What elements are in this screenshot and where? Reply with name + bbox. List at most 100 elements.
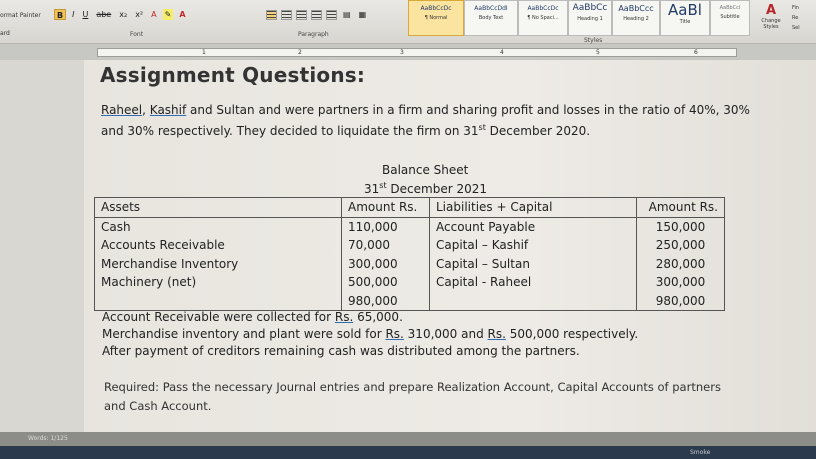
styles-group-label: Styles: [584, 37, 603, 44]
table-cell: 280,000: [636, 254, 725, 273]
table-cell: [429, 291, 637, 311]
styles-gallery: AaBbCcDc ¶ Normal AaBbCcDdI Body Text Aa…: [408, 0, 800, 36]
word-count[interactable]: Words: 1/125: [28, 435, 68, 442]
style-body-text[interactable]: AaBbCcDdI Body Text: [464, 0, 518, 36]
format-painter-button[interactable]: ormat Painter: [0, 12, 41, 19]
shading-icon[interactable]: ▤: [341, 9, 353, 20]
total-liabilities-cell: 980,000: [636, 291, 725, 311]
font-group-label: Font: [130, 31, 144, 38]
align-right-button[interactable]: [296, 9, 307, 20]
horizontal-ruler[interactable]: 1 2 3 4 5 6: [0, 44, 816, 60]
find-button[interactable]: Fin: [792, 3, 800, 13]
style-subtitle[interactable]: AaBbCcI Subtitle: [710, 0, 750, 36]
ruler-track: 1 2 3 4 5 6: [97, 48, 737, 57]
justify-button[interactable]: [311, 9, 322, 20]
style-normal[interactable]: AaBbCcDc ¶ Normal: [408, 0, 464, 36]
status-bar: Words: 1/125: [0, 432, 816, 446]
paragraph-group-label: Paragraph: [298, 31, 329, 38]
note-sales: Merchandise inventory and plant were sol…: [102, 327, 639, 341]
replace-button[interactable]: Re: [792, 13, 800, 23]
editing-group: Fin Re Sel: [792, 3, 800, 33]
date-day: 31: [364, 182, 380, 196]
font-formatting-toolbar: B I U abe x₂ x² A ✎ A: [54, 9, 188, 20]
table-cell: 70,000: [341, 236, 430, 255]
intro-superscript: st: [478, 123, 486, 132]
note-receivables: Account Receivable were collected for Rs…: [102, 310, 403, 324]
bold-button[interactable]: B: [54, 9, 67, 20]
intro-separator: ,: [142, 103, 150, 117]
header-assets: Assets: [94, 197, 342, 218]
table-cell: Merchandise Inventory: [94, 254, 342, 273]
required-text: Required: Pass the necessary Journal ent…: [104, 380, 721, 413]
italic-button[interactable]: I: [70, 9, 76, 20]
clipboard-group-label: ard: [0, 30, 10, 37]
line-spacing-button[interactable]: [326, 9, 337, 20]
ruler-number: 6: [694, 49, 698, 56]
style-heading-1[interactable]: AaBbCc Heading 1: [568, 0, 612, 36]
intro-name-raheel: Raheel: [101, 103, 143, 117]
assignment-heading: Assignment Questions:: [100, 63, 366, 87]
table-cell: 250,000: [636, 236, 725, 255]
header-liabilities: Liabilities + Capital: [429, 197, 637, 218]
ruler-number: 3: [400, 49, 404, 56]
style-no-spacing[interactable]: AaBbCcDc ¶ No Spaci...: [518, 0, 568, 36]
ruler-number: 2: [298, 49, 302, 56]
table-cell: Accounts Receivable: [94, 236, 342, 255]
table-header-row: Assets Amount Rs. Liabilities + Capital …: [94, 197, 725, 218]
balance-sheet-title: Balance Sheet: [382, 163, 469, 177]
select-button[interactable]: Sel: [792, 23, 800, 33]
text-effects-button[interactable]: A: [149, 9, 158, 20]
table-cell: 300,000: [636, 273, 725, 292]
table-cell: Capital – Kashif: [429, 236, 637, 255]
balance-sheet-date: 31st December 2021: [364, 181, 487, 196]
intro-text: and Sultan and were partners in a firm a…: [101, 103, 750, 138]
borders-icon[interactable]: ▦: [357, 9, 369, 20]
table-cell: 300,000: [341, 254, 430, 273]
table-cell: Machinery (net): [94, 273, 342, 292]
table-cell: 110,000: [341, 217, 430, 236]
strikethrough-button[interactable]: abe: [94, 9, 113, 20]
table-cell: [94, 291, 342, 311]
table-cell: 500,000: [341, 273, 430, 292]
intro-name-kashif: Kashif: [149, 103, 187, 117]
table-cell: Capital - Raheel: [429, 273, 637, 292]
ruler-number: 4: [500, 49, 504, 56]
table-cell: Account Payable: [429, 217, 637, 236]
header-amount-assets: Amount Rs.: [341, 197, 430, 218]
underline-button[interactable]: U: [80, 9, 90, 20]
ribbon: ormat Painter ard B I U abe x₂ x² A ✎ A …: [0, 0, 816, 44]
table-row: Machinery (net) 500,000 Capital - Raheel…: [94, 273, 725, 292]
balance-sheet-table: Assets Amount Rs. Liabilities + Capital …: [94, 197, 725, 311]
intro-paragraph: Raheel, Kashif and Sultan and were partn…: [101, 101, 751, 140]
header-amount-liabilities: Amount Rs.: [636, 197, 725, 218]
transaction-notes: Account Receivable were collected for Rs…: [102, 309, 638, 360]
font-color-button[interactable]: A: [177, 9, 187, 20]
highlight-icon[interactable]: ✎: [162, 9, 174, 20]
align-center-button[interactable]: [281, 9, 292, 20]
ruler-number: 5: [596, 49, 600, 56]
superscript-button[interactable]: x²: [133, 9, 145, 20]
subscript-button[interactable]: x₂: [117, 9, 129, 20]
table-total-row: 980,000 980,000: [94, 291, 725, 311]
document-page[interactable]: Assignment Questions: Raheel, Kashif and…: [84, 60, 816, 440]
tray-text: Smoke: [690, 449, 711, 456]
style-heading-2[interactable]: AaBbCcc Heading 2: [612, 0, 660, 36]
table-row: Merchandise Inventory 300,000 Capital – …: [94, 254, 725, 273]
change-styles-button[interactable]: A Change Styles: [757, 3, 785, 30]
change-styles-icon: A: [765, 3, 777, 18]
style-title[interactable]: AaBl Title: [660, 0, 710, 36]
ruler-number: 1: [202, 49, 206, 56]
align-left-button[interactable]: [266, 9, 277, 20]
taskbar: Smoke: [0, 446, 816, 459]
note-distribution: After payment of creditors remaining cas…: [102, 344, 580, 358]
total-assets-cell: 980,000: [341, 291, 430, 311]
table-row: Cash 110,000 Account Payable 150,000: [94, 217, 725, 236]
intro-end: December 2020.: [485, 124, 591, 138]
table-row: Accounts Receivable 70,000 Capital – Kas…: [94, 236, 725, 255]
table-cell: Cash: [94, 217, 342, 236]
date-rest: December 2021: [386, 182, 487, 196]
table-cell: Capital – Sultan: [429, 254, 637, 273]
table-cell: 150,000: [636, 217, 725, 236]
paragraph-toolbar: ▤ ▦: [266, 9, 368, 20]
date-superscript: st: [379, 181, 387, 190]
